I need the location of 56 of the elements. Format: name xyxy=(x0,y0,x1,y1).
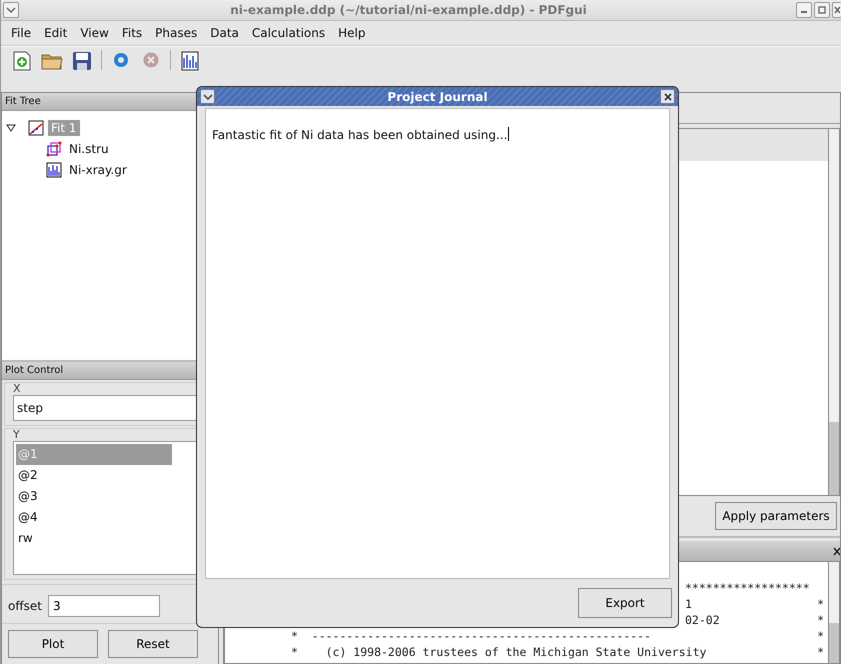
list-item[interactable]: @3 xyxy=(16,486,172,507)
close-icon[interactable] xyxy=(833,546,840,556)
apply-parameters-button[interactable]: Apply parameters xyxy=(715,502,837,530)
console-text: * (c) 1998-2006 trustees of the Michigan State University xyxy=(291,644,706,660)
offset-label: offset xyxy=(8,599,42,613)
journal-text-area[interactable]: Fantastic fit of Ni data has been obtained using... xyxy=(205,108,670,579)
console-text: * ------------------------------------------------- xyxy=(291,628,652,644)
chevron-icon xyxy=(202,92,212,100)
list-item[interactable]: @4 xyxy=(16,507,172,528)
console-text: * xyxy=(817,628,824,644)
list-item[interactable]: @2 xyxy=(16,465,172,486)
data-chart-icon xyxy=(46,162,62,178)
console-text: ****************** xyxy=(685,580,810,596)
scrollbar[interactable] xyxy=(828,129,839,495)
cube-icon xyxy=(46,140,62,156)
offset-field[interactable]: 3 xyxy=(48,595,160,617)
group-label: Y xyxy=(13,429,21,441)
window-menu-button[interactable] xyxy=(3,2,19,18)
menu-item[interactable]: Calculations xyxy=(246,26,332,40)
group-label: X xyxy=(13,383,22,395)
console-text: * xyxy=(817,596,824,612)
window-title: ni-example.ddp (~/tutorial/ni-example.ddp) - PDFgui xyxy=(229,3,588,17)
scrollbar[interactable] xyxy=(828,562,839,663)
plot-control-button[interactable]: Reset xyxy=(108,630,198,658)
new-file-icon[interactable] xyxy=(11,50,33,72)
console-text: 1 xyxy=(685,596,692,612)
close-button[interactable] xyxy=(832,2,841,18)
plot-icon[interactable] xyxy=(180,50,200,72)
expander-icon[interactable] xyxy=(6,122,16,132)
console-text: * xyxy=(817,612,824,628)
console-text: * xyxy=(817,644,824,660)
menu-item[interactable]: Edit xyxy=(38,26,74,40)
journal-text: Fantastic fit of Ni data has been obtained using... xyxy=(212,128,508,142)
menu-item[interactable]: File xyxy=(5,26,38,40)
tree-item[interactable]: Ni-xray.gr xyxy=(66,162,130,178)
menu-item[interactable]: Phases xyxy=(149,26,204,40)
plot-control-button[interactable]: Plot xyxy=(8,630,98,658)
menu-item[interactable]: Help xyxy=(332,26,372,40)
window-menu-button[interactable] xyxy=(200,89,215,104)
export-button[interactable]: Export xyxy=(578,588,672,618)
console-text: 02-02 xyxy=(685,612,720,628)
menu-item[interactable]: Data xyxy=(204,26,246,40)
close-button[interactable] xyxy=(660,89,675,104)
list-item[interactable]: rw xyxy=(16,528,172,549)
maximize-button[interactable] xyxy=(814,2,830,18)
minimize-button[interactable] xyxy=(796,2,812,18)
dialog-title: Project Journal xyxy=(386,90,489,104)
chevron-icon xyxy=(6,6,16,14)
maximize-icon xyxy=(818,6,826,14)
tree-item[interactable]: Ni.stru xyxy=(66,140,112,156)
save-icon[interactable] xyxy=(71,50,93,72)
menu-item[interactable]: View xyxy=(74,26,116,40)
menu-item[interactable]: Fits xyxy=(116,26,150,40)
close-icon xyxy=(834,6,840,14)
fit-icon xyxy=(28,120,44,136)
close-icon xyxy=(664,92,672,100)
